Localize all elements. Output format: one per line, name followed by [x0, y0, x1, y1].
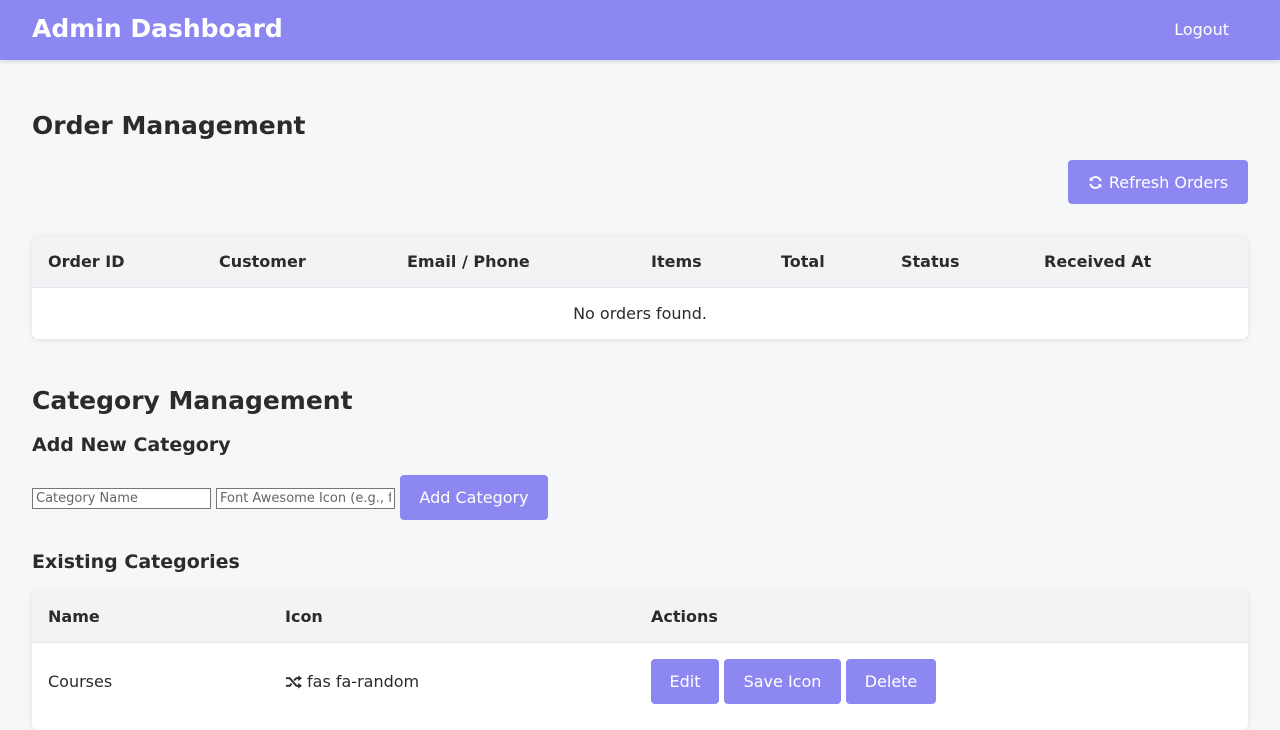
delete-category-button[interactable]: Delete	[846, 659, 936, 704]
app-title: Admin Dashboard	[32, 14, 283, 43]
categories-table: Name Icon Actions Courses fas fa-random …	[32, 590, 1248, 730]
add-category-button[interactable]: Add Category	[400, 475, 548, 520]
column-header-order-id: Order ID	[48, 252, 125, 271]
top-nav-bar: Admin Dashboard Logout	[0, 0, 1280, 60]
edit-category-button[interactable]: Edit	[651, 659, 719, 704]
save-icon-button[interactable]: Save Icon	[724, 659, 841, 704]
category-management-heading: Category Management	[32, 386, 353, 415]
orders-table: Order ID Customer Email / Phone Items To…	[32, 236, 1248, 339]
column-header-actions: Actions	[651, 607, 718, 626]
column-header-items: Items	[651, 252, 702, 271]
orders-table-header: Order ID Customer Email / Phone Items To…	[32, 236, 1248, 288]
category-name-input[interactable]	[32, 488, 211, 509]
category-icon-input[interactable]	[216, 488, 395, 509]
random-icon	[285, 674, 302, 689]
categories-table-header: Name Icon Actions	[32, 590, 1248, 643]
category-icon-class: fas fa-random	[307, 672, 420, 691]
sync-icon	[1089, 175, 1102, 189]
add-category-heading: Add New Category	[32, 434, 231, 456]
order-management-heading: Order Management	[32, 111, 306, 140]
column-header-received-at: Received At	[1044, 252, 1152, 271]
column-header-name: Name	[48, 607, 100, 626]
refresh-orders-label: Refresh Orders	[1108, 172, 1229, 192]
column-header-icon: Icon	[285, 607, 323, 626]
refresh-orders-button[interactable]: Refresh Orders	[1068, 160, 1248, 204]
column-header-total: Total	[781, 252, 825, 271]
category-name-cell: Courses	[48, 672, 113, 691]
column-header-email-phone: Email / Phone	[407, 252, 530, 271]
column-header-customer: Customer	[219, 252, 306, 271]
logout-link[interactable]: Logout	[1174, 20, 1229, 39]
category-icon-cell: fas fa-random	[285, 672, 419, 691]
column-header-status: Status	[901, 252, 960, 271]
existing-categories-heading: Existing Categories	[32, 551, 240, 573]
empty-orders-message: No orders found.	[573, 304, 707, 323]
